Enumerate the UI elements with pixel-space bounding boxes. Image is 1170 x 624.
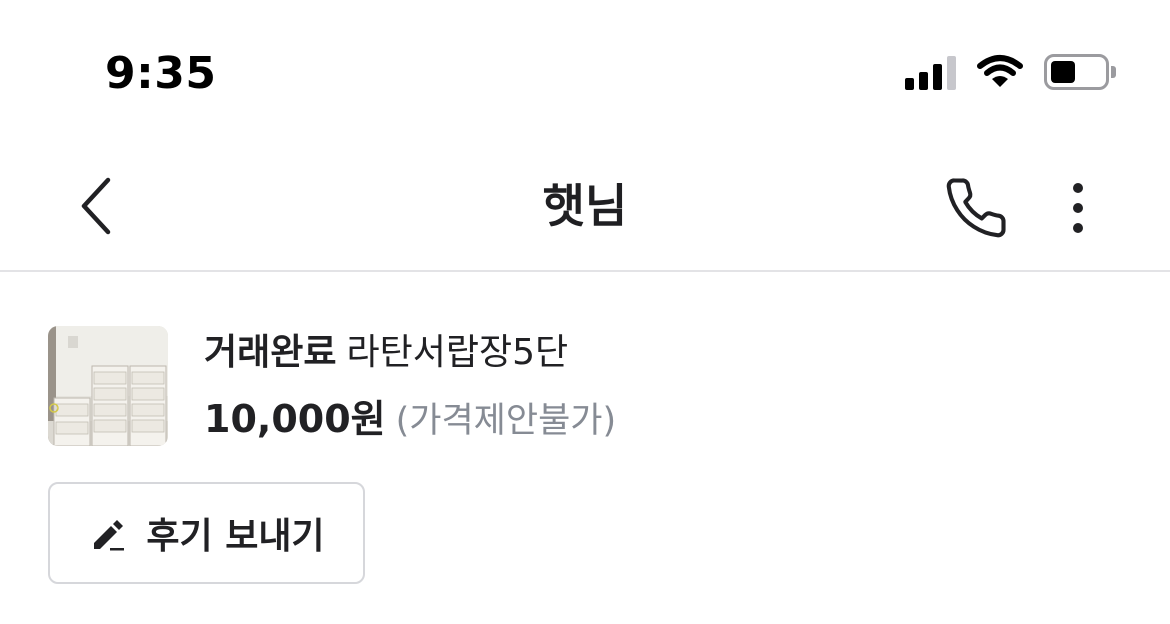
product-thumbnail[interactable] (48, 326, 168, 446)
navigation-bar: 햇님 (0, 140, 1170, 272)
product-title: 라탄서랍장5단 (346, 332, 569, 373)
status-time: 9:35 (105, 48, 217, 99)
product-summary[interactable]: 거래완료 라탄서랍장5단 10,000원 (가격제안불가) (48, 326, 1128, 446)
status-icons (905, 54, 1116, 90)
vertical-ellipsis-icon (1073, 183, 1083, 193)
status-bar: 9:35 (0, 0, 1170, 140)
more-options-button[interactable] (1058, 176, 1098, 240)
cellular-signal-icon (905, 54, 956, 90)
wifi-icon (977, 55, 1023, 87)
price-negotiation-note: (가격제안불가) (395, 401, 617, 441)
trade-status-label: 거래완료 (204, 332, 337, 373)
product-price: 10,000원 (204, 397, 386, 441)
call-button[interactable] (938, 170, 1014, 246)
product-heading: 거래완료 라탄서랍장5단 (204, 330, 568, 376)
phone-icon (946, 178, 1006, 238)
send-review-button[interactable]: 후기 보내기 (48, 482, 365, 584)
product-thumbnail-image (48, 326, 168, 446)
product-price-row: 10,000원 (가격제안불가) (204, 396, 616, 444)
send-review-label: 후기 보내기 (146, 516, 325, 557)
battery-icon (1044, 54, 1116, 90)
pencil-icon (94, 520, 125, 551)
